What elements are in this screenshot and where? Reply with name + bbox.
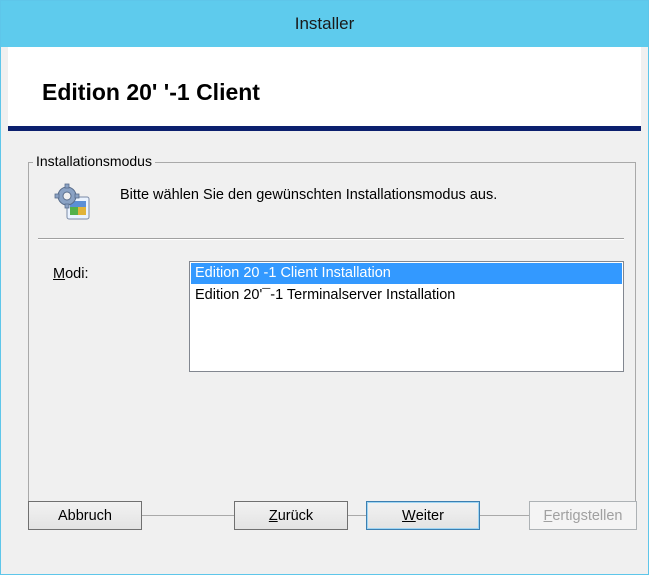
modes-listbox[interactable]: Edition 20 -1 Client Installation Editio… xyxy=(189,261,624,372)
next-button[interactable]: Weiter xyxy=(366,501,480,530)
modes-label-text: odi: xyxy=(65,266,89,282)
back-button-label: urück xyxy=(277,507,314,524)
product-title: Edition 20' '-1 Client xyxy=(42,79,260,105)
setup-gear-icon xyxy=(54,183,90,220)
installer-window: Installer Edition 20' '-1 Client Install… xyxy=(0,0,649,575)
header-panel: Edition 20' '-1 Client xyxy=(8,47,641,126)
back-button[interactable]: Zurück xyxy=(234,501,348,530)
content-area: Installationsmodus Bitte wählen Sie den … xyxy=(8,131,641,568)
mode-item-client[interactable]: Edition 20 -1 Client Installation xyxy=(191,263,622,284)
mode-prompt: Bitte wählen Sie den gewünschten Install… xyxy=(120,187,498,203)
title-bar[interactable]: Installer xyxy=(1,1,648,47)
window-title: Installer xyxy=(294,14,355,33)
finish-button-label: ertigstellen xyxy=(552,507,623,524)
group-legend: Installationsmodus xyxy=(33,153,155,169)
modes-label: Modi: xyxy=(53,266,89,282)
separator-line xyxy=(38,238,624,240)
next-button-label: eiter xyxy=(415,507,444,524)
mode-item-terminalserver[interactable]: Edition 20'¯-1 Terminalserver Installati… xyxy=(191,285,622,306)
cancel-button[interactable]: Abbruch xyxy=(28,501,142,530)
finish-button: Fertigstellen xyxy=(529,501,637,530)
